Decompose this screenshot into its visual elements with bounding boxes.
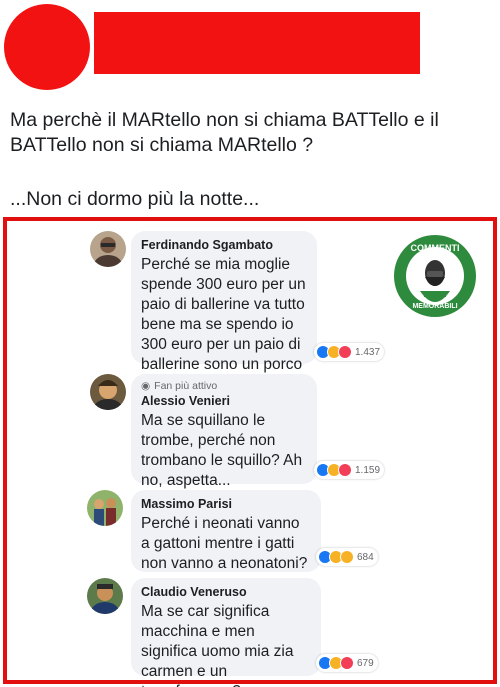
post-line-1: Ma perchè il MARtello non si chiama BATT…	[10, 109, 439, 156]
redacted-avatar	[4, 4, 90, 90]
love-reaction-icon	[340, 656, 354, 670]
commenter-name[interactable]: Massimo Parisi	[141, 496, 311, 512]
comment-text: Ma se car significa macchina e men signi…	[141, 603, 294, 687]
commenter-name[interactable]: Claudio Veneruso	[141, 584, 311, 600]
comment-text: Perché i neonati vanno a gattoni mentre …	[141, 515, 308, 572]
top-fan-badge: ◉ Fan più attivo	[141, 380, 307, 393]
top-fan-icon: ◉	[141, 380, 151, 392]
commenter-avatar[interactable]	[87, 578, 123, 614]
commenter-name[interactable]: Alessio Venieri	[141, 393, 307, 409]
reactions-summary[interactable]: 684	[316, 548, 378, 566]
commenter-avatar[interactable]	[87, 490, 123, 526]
commenter-avatar[interactable]	[90, 374, 126, 410]
logo-text-top: COMMENTI	[411, 243, 460, 253]
reactions-summary[interactable]: 1.159	[314, 461, 385, 479]
redacted-author-name	[94, 12, 420, 74]
commenter-name[interactable]: Ferdinando Sgambato	[141, 237, 307, 253]
love-reaction-icon	[338, 345, 352, 359]
comment-bubble: ◉ Fan più attivo Alessio Venieri Ma se s…	[131, 374, 317, 489]
love-reaction-icon	[338, 463, 352, 477]
reaction-count: 679	[357, 657, 374, 669]
post-line-2: ...Non ci dormo più la notte...	[10, 188, 260, 210]
comment-text: Ma se squillano le trombe, perché non tr…	[141, 412, 303, 489]
comment-bubble: Claudio Veneruso Ma se car significa mac…	[131, 578, 321, 687]
comment-bubble: Massimo Parisi Perché i neonati vanno a …	[131, 490, 321, 572]
wow-reaction-icon	[340, 550, 354, 564]
commenter-avatar[interactable]	[90, 231, 126, 267]
logo-text-bottom: MEMORABILI	[412, 303, 457, 310]
reaction-count: 684	[357, 551, 374, 563]
reaction-count: 1.159	[355, 464, 381, 476]
comment-text: Perché se mia moglie spende 300 euro per…	[141, 256, 306, 373]
post-text: Ma perchè il MARtello non si chiama BATT…	[10, 108, 494, 158]
reaction-count: 1.437	[355, 346, 381, 358]
commenti-memorabili-logo: COMMENTI MEMORABILI	[394, 235, 476, 317]
reactions-summary[interactable]: 679	[316, 654, 378, 672]
top-fan-label: Fan più attivo	[154, 380, 218, 392]
comment-bubble: Ferdinando Sgambato Perché se mia moglie…	[131, 231, 317, 373]
reactions-summary[interactable]: 1.437	[314, 343, 385, 361]
